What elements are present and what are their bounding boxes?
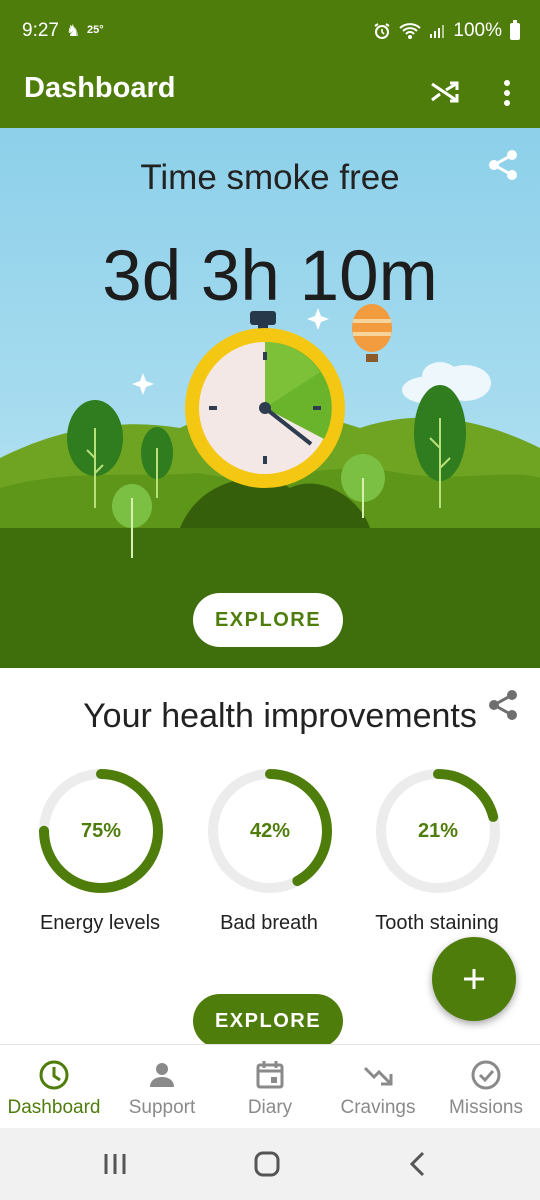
nav-label: Support [128, 1097, 196, 1118]
hero-title: Time smoke free [140, 158, 400, 197]
nav-support[interactable]: Support [108, 1045, 216, 1129]
check-circle-icon [471, 1060, 501, 1090]
calendar-icon [256, 1061, 284, 1089]
share-icon[interactable] [486, 148, 520, 182]
status-time: 9:27 [22, 20, 59, 41]
signal-icon [430, 25, 445, 38]
nav-label: Missions [449, 1097, 523, 1118]
progress-percent: 75% [80, 820, 122, 842]
nav-cravings[interactable]: Cravings [324, 1045, 432, 1129]
progress-percent: 42% [249, 820, 291, 842]
battery-icon [510, 19, 520, 40]
nav-label: Dashboard [7, 1097, 101, 1118]
page-title: Dashboard [24, 72, 176, 104]
progress-ring: 21% [372, 765, 504, 897]
system-navigation-bar [0, 1128, 540, 1200]
nav-diary[interactable]: Diary [216, 1045, 324, 1129]
progress-ring: 75% [35, 765, 167, 897]
wifi-icon [399, 23, 422, 39]
smoke-free-timer: 3d 3h 10m [102, 237, 438, 316]
status-bar: 9:27 ♞ 25° 100% [0, 0, 540, 62]
status-temperature: 25° [87, 24, 104, 36]
progress-ring: 42% [204, 765, 336, 897]
back-icon[interactable] [408, 1151, 428, 1177]
health-item-label: Bad breath [220, 912, 318, 934]
nav-label: Cravings [340, 1097, 416, 1118]
recent-apps-icon[interactable] [102, 1152, 128, 1176]
hero-explore-button[interactable]: EXPLORE [193, 593, 343, 647]
nav-label: Diary [247, 1097, 293, 1118]
shuffle-icon[interactable] [426, 74, 462, 110]
home-icon[interactable] [254, 1151, 280, 1177]
plus-icon [464, 969, 484, 989]
health-item-label: Tooth staining [375, 912, 499, 934]
smoke-free-card: Time smoke free 3d 3h 10m EXPLORE [0, 128, 540, 668]
health-title: Your health improvements [83, 697, 477, 735]
alarm-icon [374, 23, 390, 39]
notification-icon: ♞ [66, 23, 81, 40]
nav-dashboard[interactable]: Dashboard [0, 1045, 108, 1129]
trending-down-icon [363, 1066, 393, 1086]
battery-percent: 100% [453, 20, 502, 41]
health-explore-button[interactable]: EXPLORE [193, 994, 343, 1048]
health-item-label: Energy levels [39, 912, 161, 934]
person-icon [150, 1063, 174, 1087]
nav-missions[interactable]: Missions [432, 1045, 540, 1129]
clock-icon [39, 1060, 69, 1090]
bottom-navigation: Dashboard Support Diary Cravings Mission… [0, 1044, 540, 1129]
more-vert-icon[interactable] [496, 76, 518, 110]
share-icon[interactable] [486, 688, 520, 722]
add-button[interactable] [432, 937, 516, 1021]
progress-percent: 21% [417, 820, 459, 842]
app-bar: Dashboard [0, 62, 540, 128]
landscape-illustration [0, 304, 540, 668]
status-right: 100% [373, 19, 520, 42]
